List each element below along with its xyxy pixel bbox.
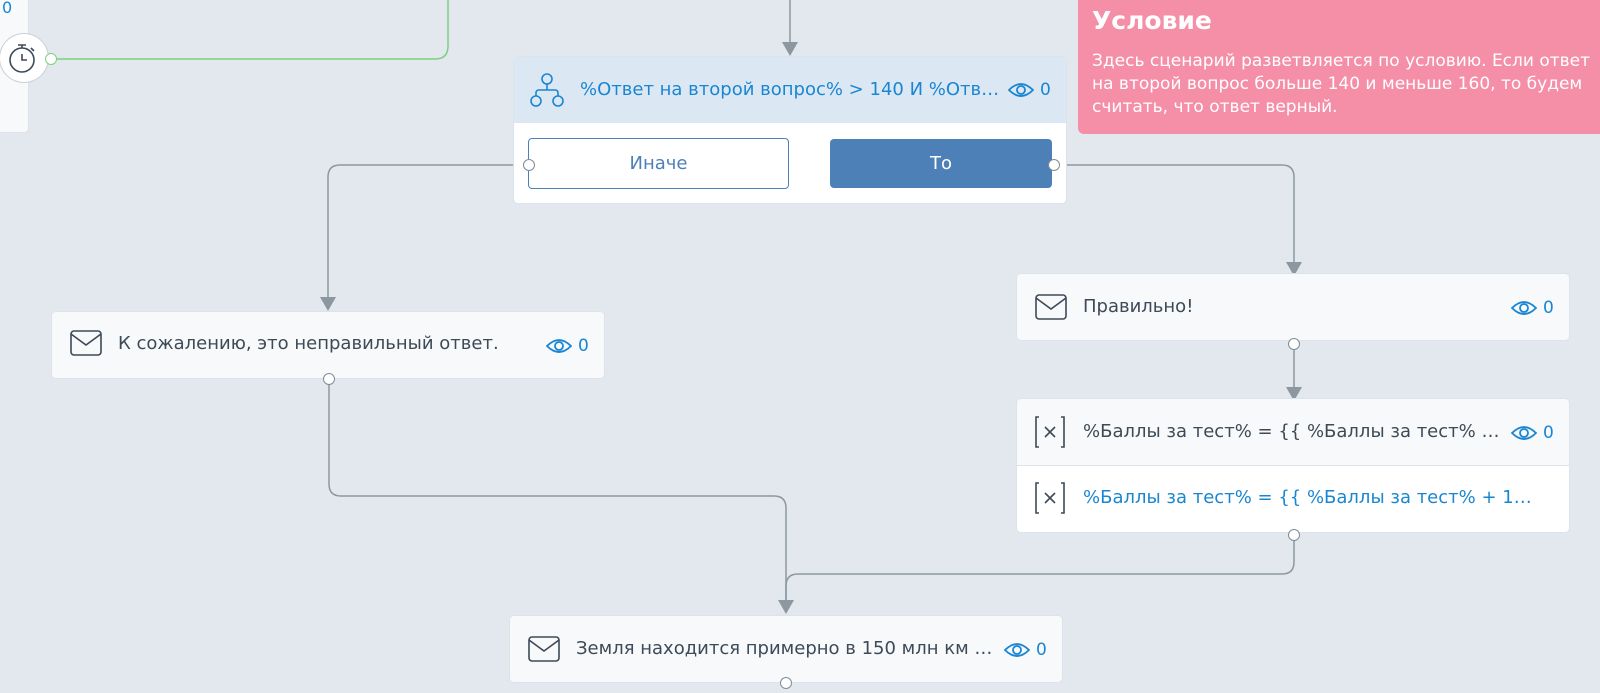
- condition-text: %Ответ на второй вопрос% > 140 И %Ответ …: [580, 79, 1000, 100]
- timer-views-count: 0: [2, 0, 13, 17]
- else-button[interactable]: Иначе: [528, 138, 789, 189]
- wrong-views: 0: [546, 336, 589, 356]
- wrong-message-text: К сожалению, это неправильный ответ.: [118, 333, 499, 354]
- condition-views-count: 0: [1040, 80, 1051, 100]
- envelope-icon: [70, 330, 102, 360]
- earth-message-text: Земля находится примерно в 150 млн км от…: [576, 638, 996, 659]
- envelope-icon: [528, 636, 560, 666]
- timer-output-port[interactable]: [45, 53, 57, 65]
- condition-views: 0: [1008, 80, 1051, 100]
- right-message-text: Правильно!: [1083, 296, 1194, 317]
- wrong-views-count: 0: [578, 336, 589, 356]
- variable-expression: %Баллы за тест% = {{ %Баллы за тест% + 1…: [1083, 487, 1533, 508]
- branch-icon: [528, 71, 566, 109]
- eye-icon: [546, 339, 572, 353]
- eye-icon: [1004, 643, 1030, 657]
- earth-output-port[interactable]: [780, 677, 792, 689]
- eye-icon: [1511, 301, 1537, 315]
- variable-icon: [1033, 481, 1067, 515]
- tooltip-title: Условие: [1092, 6, 1212, 35]
- condition-node[interactable]: %Ответ на второй вопрос% > 140 И %Ответ …: [514, 57, 1066, 203]
- condition-header[interactable]: %Ответ на второй вопрос% > 140 И %Ответ …: [514, 57, 1066, 123]
- wrong-output-port[interactable]: [323, 373, 335, 385]
- then-output-port[interactable]: [1048, 159, 1060, 171]
- eye-icon: [1008, 83, 1034, 97]
- envelope-icon: [1035, 294, 1067, 324]
- else-output-port[interactable]: [523, 159, 535, 171]
- right-output-port[interactable]: [1288, 338, 1300, 350]
- right-views-count: 0: [1543, 298, 1554, 318]
- variable-views: 0: [1511, 423, 1554, 443]
- condition-tooltip: Условие Здесь сценарий разветвляется по …: [1078, 0, 1600, 134]
- variable-node-score[interactable]: %Баллы за тест% = {{ %Баллы за тест% + 1…: [1017, 399, 1569, 532]
- variable-header[interactable]: %Баллы за тест% = {{ %Баллы за тест% + 1…: [1017, 399, 1569, 466]
- then-button[interactable]: То: [830, 139, 1052, 188]
- variable-title: %Баллы за тест% = {{ %Баллы за тест% + 1…: [1083, 421, 1503, 442]
- tooltip-text: Здесь сценарий разветвляется по условию.…: [1092, 51, 1591, 117]
- earth-views: 0: [1004, 640, 1047, 660]
- variable-expression-row[interactable]: %Баллы за тест% = {{ %Баллы за тест% + 1…: [1017, 465, 1569, 532]
- earth-views-count: 0: [1036, 640, 1047, 660]
- right-views: 0: [1511, 298, 1554, 318]
- message-node-wrong[interactable]: К сожалению, это неправильный ответ. 0: [52, 312, 604, 378]
- eye-icon: [1511, 426, 1537, 440]
- variable-output-port[interactable]: [1288, 529, 1300, 541]
- message-node-right[interactable]: Правильно! 0: [1017, 274, 1569, 340]
- variable-views-count: 0: [1543, 423, 1554, 443]
- variable-icon: [1033, 415, 1067, 449]
- stopwatch-icon: [0, 34, 48, 82]
- message-node-earth[interactable]: Земля находится примерно в 150 млн км от…: [510, 616, 1062, 682]
